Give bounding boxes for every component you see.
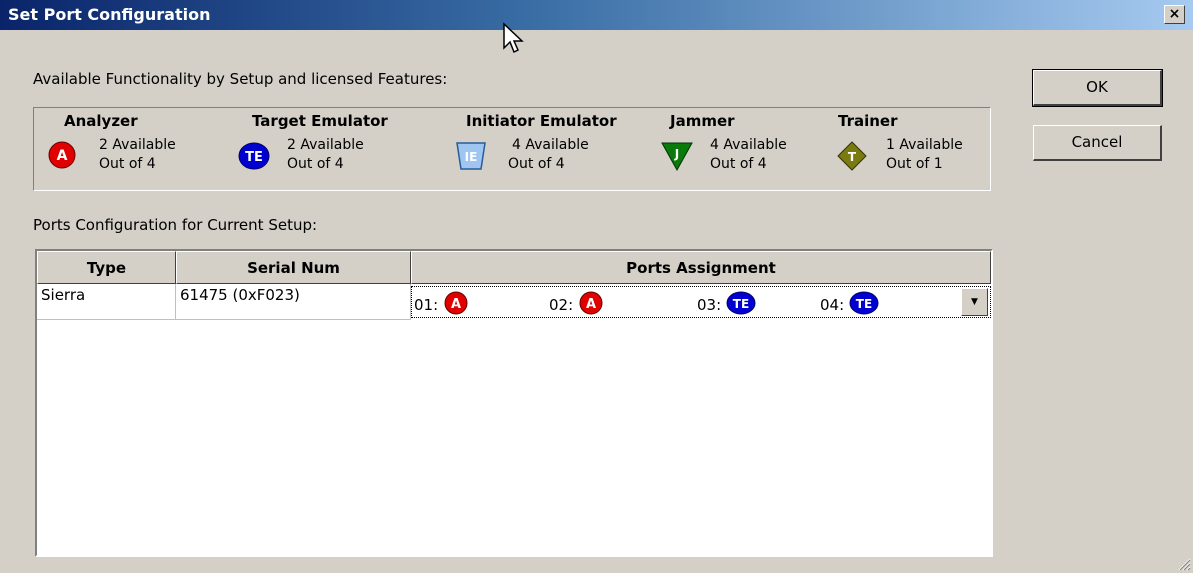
feature-initiator-emulator-available: 4 Available (512, 137, 589, 153)
set-port-configuration-dialog: Set Port Configuration × Available Funct… (0, 0, 1193, 573)
column-header-ports-assignment[interactable]: Ports Assignment (411, 251, 991, 284)
feature-initiator-emulator-title: Initiator Emulator (466, 112, 617, 130)
port-assignment-03: 03: TE (697, 291, 756, 315)
resize-grip-icon[interactable] (1177, 557, 1191, 571)
available-functionality-panel: Analyzer A 2 Available Out of 4 Target E… (33, 107, 991, 191)
ok-button[interactable]: OK (1032, 69, 1163, 107)
initiator-emulator-icon: IE (456, 142, 486, 170)
feature-initiator-emulator-counts: 4 Available Out of 4 (508, 136, 589, 174)
target-emulator-icon: TE (849, 291, 879, 315)
svg-text:A: A (586, 297, 596, 312)
port-assignment-02: 02: A (549, 291, 604, 315)
svg-text:IE: IE (465, 150, 478, 164)
svg-text:J: J (674, 147, 679, 161)
window-title: Set Port Configuration (8, 5, 211, 24)
feature-analyzer-title: Analyzer (64, 112, 138, 130)
target-emulator-icon: TE (238, 142, 270, 170)
feature-trainer-out-of: Out of 1 (886, 156, 943, 172)
port-assignment-04: 04: TE (820, 291, 879, 315)
analyzer-circle-icon: A (579, 291, 603, 315)
available-functionality-label: Available Functionality by Setup and lic… (33, 70, 448, 88)
port-assignment-01: 01: A (414, 291, 469, 315)
feature-trainer-title: Trainer (838, 112, 898, 130)
analyzer-circle-icon: A (444, 291, 468, 315)
feature-analyzer-available: 2 Available (99, 137, 176, 153)
close-button[interactable]: × (1164, 5, 1185, 24)
feature-jammer-available: 4 Available (710, 137, 787, 153)
svg-text:T: T (848, 150, 857, 164)
svg-text:A: A (451, 297, 461, 312)
jammer-triangle-icon: J (661, 142, 693, 172)
feature-jammer-counts: 4 Available Out of 4 (710, 136, 787, 174)
port-label: 02: (549, 296, 574, 314)
feature-target-emulator-counts: 2 Available Out of 4 (287, 136, 364, 174)
feature-target-emulator-title: Target Emulator (252, 112, 388, 130)
cancel-button[interactable]: Cancel (1033, 125, 1162, 161)
feature-analyzer-out-of: Out of 4 (99, 156, 156, 172)
target-emulator-icon: TE (726, 291, 756, 315)
mouse-cursor-icon (503, 22, 524, 54)
feature-trainer-available: 1 Available (886, 137, 963, 153)
dropdown-arrow-button[interactable]: ▼ (961, 288, 988, 316)
feature-trainer-counts: 1 Available Out of 1 (886, 136, 963, 174)
feature-target-emulator-available: 2 Available (287, 137, 364, 153)
svg-text:TE: TE (856, 297, 872, 311)
trainer-diamond-icon: T (837, 141, 867, 171)
ports-configuration-grid[interactable]: Type Serial Num Ports Assignment Sierra … (35, 249, 993, 557)
feature-jammer-out-of: Out of 4 (710, 156, 767, 172)
row-type-cell[interactable]: Sierra (37, 284, 176, 320)
feature-jammer-title: Jammer (670, 112, 735, 130)
ports-assignment-dropdown[interactable]: 01: A 02: A 03: TE 04: TE ▼ (411, 286, 991, 318)
svg-text:A: A (57, 148, 68, 164)
svg-text:TE: TE (733, 297, 749, 311)
port-label: 04: (820, 296, 845, 314)
ports-configuration-label: Ports Configuration for Current Setup: (33, 216, 318, 234)
column-header-serial-num[interactable]: Serial Num (176, 251, 411, 284)
analyzer-circle-icon: A (48, 141, 76, 169)
feature-initiator-emulator-out-of: Out of 4 (508, 156, 565, 172)
port-label: 03: (697, 296, 722, 314)
feature-target-emulator-out-of: Out of 4 (287, 156, 344, 172)
column-header-type[interactable]: Type (37, 251, 176, 284)
feature-analyzer-counts: 2 Available Out of 4 (99, 136, 176, 174)
title-bar: Set Port Configuration × (0, 0, 1193, 30)
svg-text:TE: TE (245, 150, 263, 165)
row-serial-cell[interactable]: 61475 (0xF023) (176, 284, 411, 320)
port-label: 01: (414, 296, 439, 314)
